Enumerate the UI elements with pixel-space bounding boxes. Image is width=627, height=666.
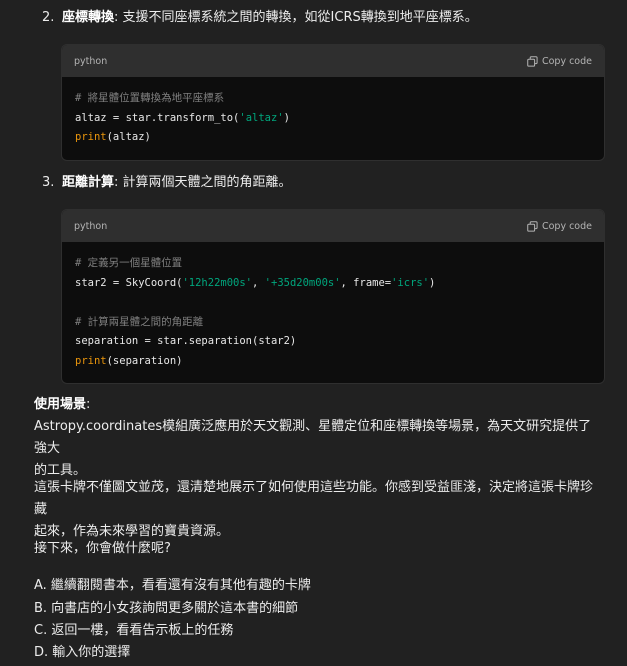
code-token: '+35d20m00s' (264, 276, 341, 289)
copy-code-button[interactable]: Copy code (527, 56, 592, 67)
code-token: # 定義另一個星體位置 (75, 257, 183, 269)
next-action-prompt: 接下來，你會做什麼呢? (34, 541, 171, 556)
option-b[interactable]: B. 向書店的小女孩詢問更多關於這本書的細節 (34, 598, 298, 620)
option-d[interactable]: D. 輸入你的選擇 (34, 642, 130, 664)
usage-line-1: Astropy.coordinates模組廣泛應用於天文觀測、星體定位和座標轉換… (34, 419, 592, 456)
option-a[interactable]: A. 繼續翻閱書本，看看還有沒有其他有趣的卡牌 (34, 575, 311, 597)
code-line: print(altaz) (75, 128, 591, 148)
option-c[interactable]: C. 返回一樓，看看告示板上的任務 (34, 620, 233, 642)
code-line: # 計算兩星體之間的角距離 (75, 313, 591, 333)
code-token: '12h22m00s' (182, 276, 253, 289)
code-token: star2 = SkyCoord( (75, 276, 183, 289)
list-item-title: 座標轉換 (62, 10, 115, 25)
code-token: 'icrs' (391, 276, 430, 289)
code-content: # 定義另一個星體位置 star2 = SkyCoord('12h22m00s',… (62, 242, 604, 383)
code-header: python Copy code (62, 210, 604, 242)
code-content: # 將星體位置轉換為地平座標系 altaz = star.transform_to… (62, 77, 604, 160)
list-number: 3. (42, 175, 55, 190)
list-item-distance-calc: 3. 距離計算: 計算兩個天體之間的角距離。 (42, 173, 292, 193)
code-line: star2 = SkyCoord('12h22m00s', '+35d20m00… (75, 274, 591, 294)
list-item-coordinate-transform: 2. 座標轉換: 支援不同座標系統之間的轉換，如從ICRS轉換到地平座標系。 (42, 8, 478, 28)
code-language: python (74, 220, 108, 232)
code-token: print (75, 354, 107, 367)
code-line: # 定義另一個星體位置 (75, 254, 591, 274)
code-token: ) (429, 276, 436, 289)
code-language: python (74, 55, 108, 67)
code-block-separation: python Copy code # 定義另一個星體位置 star2 = SkyC… (61, 209, 605, 384)
code-token: (separation) (106, 354, 183, 367)
code-token: , frame= (340, 276, 392, 289)
story-paragraph: 這張卡牌不僅圖文並茂，還清楚地展示了如何使用這些功能。你感到受益匪淺，決定將這張… (34, 477, 604, 543)
code-token: # 將星體位置轉換為地平座標系 (75, 92, 225, 104)
list-item-title: 距離計算 (62, 175, 115, 190)
code-token: # 計算兩星體之間的角距離 (75, 315, 204, 328)
usage-colon: : (86, 397, 91, 412)
code-line: altaz = star.transform_to('altaz') (75, 109, 591, 129)
code-token: ) (283, 111, 290, 124)
code-token: separation = star.separation(star2) (75, 335, 297, 347)
story-line-1: 這張卡牌不僅圖文並茂，還清楚地展示了如何使用這些功能。你感到受益匪淺，決定將這張… (34, 480, 594, 517)
copy-code-label: Copy code (541, 55, 592, 67)
code-token: , (252, 276, 265, 289)
code-token: print (75, 131, 107, 143)
list-number: 2. (42, 10, 55, 25)
code-token: 'altaz' (239, 111, 284, 124)
code-block-transform: python Copy code # 將星體位置轉換為地平座標系 altaz = … (61, 44, 605, 161)
code-line: print(separation) (75, 352, 591, 372)
code-token: altaz = star.transform_to( (75, 111, 240, 124)
code-token: (altaz) (106, 131, 151, 143)
usage-heading: 使用場景 (34, 397, 87, 412)
copy-code-button[interactable]: Copy code (527, 221, 592, 232)
usage-paragraph: 使用場景: Astropy.coordinates模組廣泛應用於天文觀測、星體定… (34, 394, 604, 482)
list-item-desc: : 支援不同座標系統之間的轉換，如從ICRS轉換到地平座標系。 (114, 10, 478, 25)
list-item-desc: : 計算兩個天體之間的角距離。 (114, 175, 292, 190)
code-line: separation = star.separation(star2) (75, 332, 591, 352)
copy-icon (527, 55, 538, 67)
copy-icon (527, 220, 538, 232)
code-header: python Copy code (62, 45, 604, 77)
copy-code-label: Copy code (541, 220, 592, 232)
code-line: # 將星體位置轉換為地平座標系 (75, 89, 591, 109)
